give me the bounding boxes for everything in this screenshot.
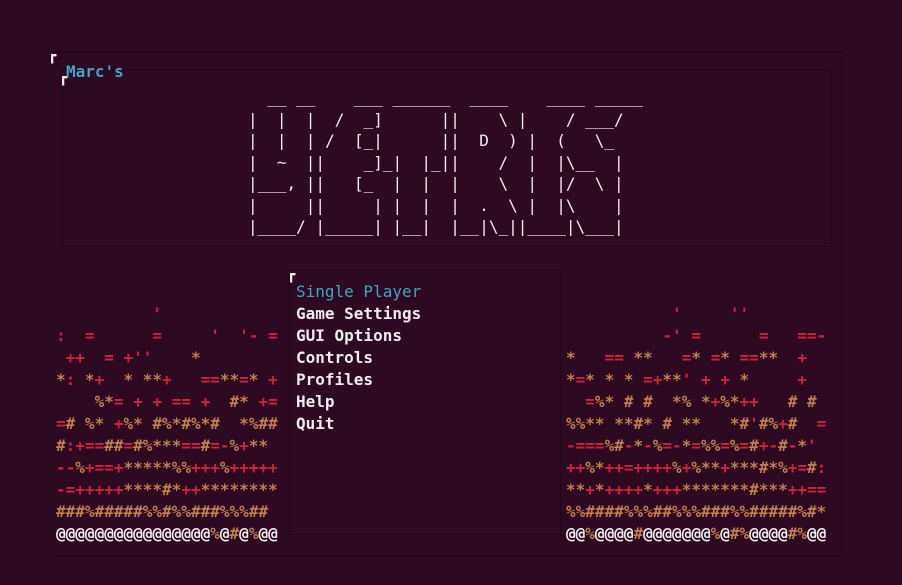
fire-line: *: *+ * **+ ==**=* + [56,370,278,389]
fire-animation-right: ' '' -' = = ==- * == ** =* =* ==** + *=* *… [566,303,837,545]
fire-line: -===%#-*-%=-*=%%=%=#+-#-*' [566,436,817,455]
fire-line: ++%*++=++++%+%**+***#*%+=#: [566,458,827,477]
menu-item-single-player[interactable]: Single Player [296,281,421,303]
fire-line: #:+==##=#%***==#=-%+** [56,436,269,455]
window-title: Marc's [66,62,124,81]
fire-line: ' '' [672,304,750,323]
fire-line: *=* * * =+**' + + * + [566,370,808,389]
menu-corner-marker: ┏ [287,267,296,283]
fire-line: ++ = +'' * [65,348,201,367]
fire-line: ' [152,304,163,323]
fire-line: : = = ' '- = [56,326,278,345]
fire-line: **+*++++*+++*******#***++== [566,480,827,499]
fire-line: ###%#####%%#%%###%%%## [56,502,269,521]
menu-item-game-settings[interactable]: Game Settings [296,303,421,325]
logo-line: | || | | | | . \ | |\ | [248,195,624,215]
menu-item-gui-options[interactable]: GUI Options [296,325,421,347]
fire-line: %%####%%%##%%%###%%#####%#* [566,502,827,521]
menu-item-profiles[interactable]: Profiles [296,369,421,391]
logo-line: | | | / [_| || D ) | ( \_ [248,131,615,150]
menu-item-quit[interactable]: Quit [296,413,421,435]
logo-line: |___, || [_ | | | \ | |/ \ | [248,174,624,193]
fire-line: --%+==+*****%%+++%+++++ [56,458,278,477]
fire-line: %%** **#* # ** *#'#%+# = [566,414,827,433]
fire-line: -' = = ==- [662,326,827,345]
fire-line: =# %* +%* #%*#%*# *%## [56,414,278,433]
fire-line: @@@@@@@@@@@@@@@@%@#@%@@ [56,524,278,543]
logo-line: | ~ || _]_| |_|| / | |\__ | [248,152,624,172]
main-menu: Single Player Game Settings GUI Options … [296,281,421,435]
menu-item-controls[interactable]: Controls [296,347,421,369]
logo-line: |____/ |_____| |__| |__|\_||____|\___| [248,217,624,236]
fire-line: * == ** =* =* ==** + [566,348,808,367]
frame-corner-marker: ┏ [48,48,57,64]
fire-line: @@%@@@@#@@@@@@@%@#%@@@@#%@@ [566,524,827,543]
game-logo: __ __ ___ ______ ____ ____ _____ | | | / … [248,87,643,238]
logo-line: __ __ ___ ______ ____ ____ _____ [248,88,643,107]
fire-line: =%* # # *% *+%*++ # # [585,392,817,411]
fire-line: -=+++++****#*++******** [56,480,278,499]
fire-animation-left: ' : = = ' '- = ++ = +'' * *: *+ * **+ ==**… [56,303,287,545]
logo-line: | | | / _] || \ | / ___/ [248,109,624,129]
menu-item-help[interactable]: Help [296,391,421,413]
fire-line: %*= + + == + #* += [94,392,278,411]
